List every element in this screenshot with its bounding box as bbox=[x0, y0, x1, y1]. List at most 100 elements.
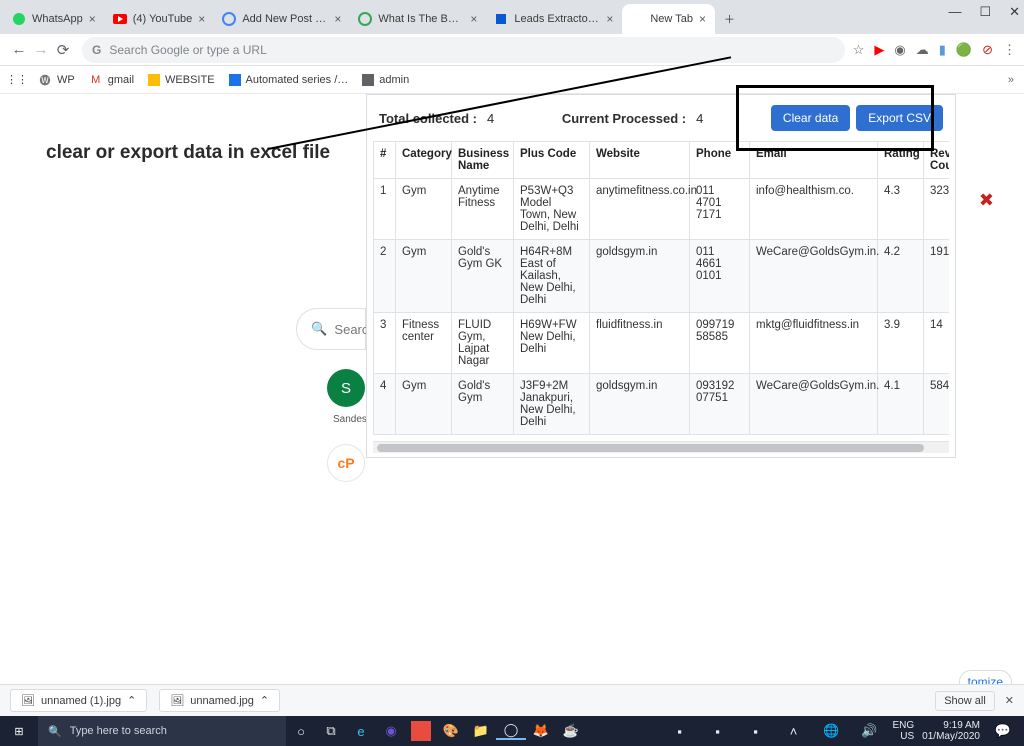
tab-label: Leads Extractor – B2B G bbox=[514, 13, 600, 25]
bookmark-overflow-icon[interactable]: » bbox=[1008, 74, 1014, 86]
close-icon[interactable]: × bbox=[699, 12, 706, 26]
clear-data-button[interactable]: Clear data bbox=[771, 105, 850, 131]
star-icon[interactable]: ☆ bbox=[853, 42, 865, 58]
chrome-icon[interactable]: ◯ bbox=[496, 722, 526, 740]
tab-newtab[interactable]: New Tab × bbox=[622, 4, 715, 34]
export-csv-button[interactable]: Export CSV bbox=[856, 105, 943, 131]
tray-chevron-icon[interactable]: ˄ bbox=[779, 724, 809, 739]
th-website: Website bbox=[590, 142, 690, 179]
edge-icon[interactable]: e bbox=[346, 724, 376, 739]
lang-line1: ENG bbox=[893, 720, 915, 731]
close-icon[interactable]: × bbox=[470, 12, 477, 26]
tab-youtube[interactable]: (4) YouTube × bbox=[105, 4, 215, 34]
cell-email: info@healthism.co. bbox=[750, 179, 878, 240]
leads-ext-icon[interactable]: ▮ bbox=[939, 42, 946, 58]
close-window-icon[interactable]: ✕ bbox=[1009, 4, 1020, 20]
close-icon[interactable]: × bbox=[334, 12, 341, 26]
bookmarks-bar: ⋮⋮ 🅦WP Mgmail WEBSITE Automated series /… bbox=[0, 66, 1024, 94]
google-g-icon: G bbox=[92, 43, 101, 57]
back-icon[interactable]: ← bbox=[8, 41, 30, 58]
paint-icon[interactable]: 🎨 bbox=[436, 723, 466, 739]
close-icon[interactable]: × bbox=[606, 12, 613, 26]
close-downloads-bar-icon[interactable]: ✕ bbox=[1005, 694, 1014, 707]
cell-reviews: 191 bbox=[924, 240, 950, 313]
cell-plus: H69W+FW New Delhi, Delhi bbox=[514, 313, 590, 374]
close-icon[interactable]: × bbox=[89, 12, 96, 26]
download-item[interactable]: 🖼 unnamed.jpg ⌃ bbox=[159, 689, 280, 712]
results-table-wrap[interactable]: # Category Business Name Plus Code Websi… bbox=[373, 141, 949, 435]
cell-idx: 1 bbox=[374, 179, 396, 240]
minimize-icon[interactable]: — bbox=[948, 4, 961, 20]
tab-scraper[interactable]: What Is The Best Scrap × bbox=[350, 4, 486, 34]
tray-icon[interactable]: ▪ bbox=[703, 724, 733, 739]
cell-web: anytimefitness.co.in bbox=[590, 179, 690, 240]
shortcut-avatar[interactable]: S bbox=[327, 369, 365, 407]
cell-name: FLUID Gym, Lajpat Nagar bbox=[452, 313, 514, 374]
tray-icon[interactable]: ▪ bbox=[741, 724, 771, 739]
cloud-icon[interactable]: ☁ bbox=[916, 42, 929, 58]
profile-avatar-icon[interactable]: 🟢 bbox=[956, 42, 972, 58]
bookmark-admin[interactable]: admin bbox=[362, 74, 409, 86]
chevron-up-icon[interactable]: ⌃ bbox=[127, 694, 136, 707]
horizontal-scrollbar[interactable] bbox=[373, 441, 949, 453]
tab-label: New Tab bbox=[650, 13, 693, 25]
extension-icon bbox=[494, 12, 508, 26]
tab-label: (4) YouTube bbox=[133, 13, 193, 25]
close-icon[interactable]: × bbox=[198, 12, 205, 26]
explorer-icon[interactable]: 📁 bbox=[466, 723, 496, 739]
cell-email: WeCare@GoldsGym.in. bbox=[750, 240, 878, 313]
cell-name: Gold's Gym bbox=[452, 374, 514, 435]
download-item[interactable]: 🖼 unnamed (1).jpg ⌃ bbox=[10, 689, 147, 712]
notifications-icon[interactable]: 💬 bbox=[988, 723, 1018, 739]
taskbar-lang[interactable]: ENG US bbox=[893, 720, 915, 742]
table-row: 1GymAnytime FitnessP53W+Q3 Model Town, N… bbox=[374, 179, 950, 240]
start-button[interactable]: ⊞ bbox=[0, 725, 38, 738]
taskbar-clock[interactable]: 9:19 AM 01/May/2020 bbox=[922, 720, 980, 742]
task-view-icon[interactable]: ⧉ bbox=[316, 723, 346, 739]
youtube-ext-icon[interactable]: ▶ bbox=[874, 42, 884, 58]
cell-cat: Gym bbox=[396, 240, 452, 313]
camera-icon[interactable]: ◉ bbox=[894, 42, 905, 58]
tab-addpost[interactable]: Add New Post ‹ Google × bbox=[214, 4, 350, 34]
network-icon[interactable]: 🌐 bbox=[817, 723, 847, 739]
volume-icon[interactable]: 🔊 bbox=[855, 723, 885, 739]
shortcut-cpanel[interactable]: cP bbox=[327, 444, 365, 482]
new-tab-button[interactable]: ＋ bbox=[715, 4, 745, 34]
tab-leads[interactable]: Leads Extractor – B2B G × bbox=[486, 4, 622, 34]
kebab-menu-icon[interactable]: ⋮ bbox=[1003, 42, 1016, 58]
extension-tray: ☆ ▶ ◉ ☁ ▮ 🟢 ⊘ ⋮ bbox=[853, 42, 1016, 58]
tray-icon[interactable]: ▪ bbox=[665, 724, 695, 739]
omnibox[interactable]: G Search Google or type a URL bbox=[82, 37, 845, 63]
cell-name: Gold's Gym GK bbox=[452, 240, 514, 313]
maximize-icon[interactable]: ☐ bbox=[979, 4, 991, 20]
tab-whatsapp[interactable]: WhatsApp × bbox=[4, 4, 105, 34]
bookmark-website[interactable]: WEBSITE bbox=[148, 74, 215, 86]
cell-web: goldsgym.in bbox=[590, 374, 690, 435]
window-controls: — ☐ ✕ bbox=[948, 4, 1020, 20]
no-sign-icon[interactable]: ⊘ bbox=[982, 42, 993, 58]
google-favicon-icon bbox=[358, 12, 372, 26]
tab-strip: WhatsApp × (4) YouTube × Add New Post ‹ … bbox=[0, 0, 1024, 34]
cortana-icon[interactable]: ○ bbox=[286, 724, 316, 739]
firefox-dev-icon[interactable]: ◉ bbox=[376, 723, 406, 739]
apps-icon[interactable]: ⋮⋮ bbox=[10, 73, 24, 87]
show-all-downloads[interactable]: Show all bbox=[935, 691, 995, 711]
taskbar-search[interactable]: 🔍 Type here to search bbox=[38, 716, 286, 746]
download-filename: unnamed.jpg bbox=[190, 695, 254, 707]
scrollbar-thumb[interactable] bbox=[377, 444, 924, 452]
google-search-stub[interactable]: 🔍 Searc bbox=[296, 308, 366, 350]
reload-icon[interactable]: ⟳ bbox=[52, 41, 74, 59]
chevron-up-icon[interactable]: ⌃ bbox=[260, 694, 269, 707]
forward-icon[interactable]: → bbox=[30, 41, 52, 58]
bookmark-automated[interactable]: Automated series /… bbox=[229, 74, 349, 86]
cell-idx: 4 bbox=[374, 374, 396, 435]
java-icon[interactable]: ☕ bbox=[556, 723, 586, 739]
table-row: 2GymGold's Gym GKH64R+8M East of Kailash… bbox=[374, 240, 950, 313]
adblock-icon[interactable]: ✖ bbox=[979, 190, 994, 211]
bookmark-label: gmail bbox=[108, 74, 134, 86]
firefox-icon[interactable]: 🦊 bbox=[526, 723, 556, 739]
bookmark-gmail[interactable]: Mgmail bbox=[89, 73, 134, 87]
bookmark-wp[interactable]: 🅦WP bbox=[38, 73, 75, 87]
app-red-icon[interactable] bbox=[411, 721, 431, 741]
lang-line2: US bbox=[893, 731, 915, 742]
